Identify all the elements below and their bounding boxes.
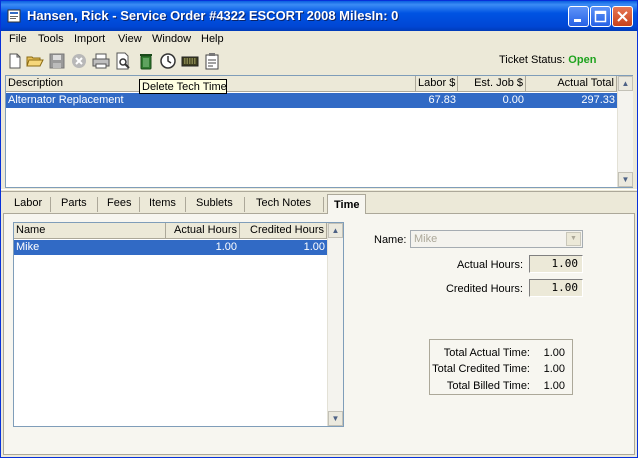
- ticket-status: Ticket Status: Open: [499, 54, 596, 66]
- job-est: 0.00: [502, 94, 524, 106]
- jobs-grid: Description Labor $ Est. Job $ Actual To…: [5, 75, 633, 188]
- tab-separator: [244, 197, 245, 212]
- clock-icon[interactable]: [159, 52, 177, 70]
- total-actual-value: 1.00: [543, 347, 565, 359]
- menu-import[interactable]: Import: [74, 33, 105, 45]
- column-header-actual-hours[interactable]: Actual Hours: [166, 223, 240, 239]
- tech-actual-hours: 1.00: [215, 241, 237, 253]
- tab-separator: [185, 197, 186, 212]
- actual-hours-label: Actual Hours:: [456, 259, 523, 271]
- column-header-est-job[interactable]: Est. Job $: [458, 76, 526, 92]
- name-select[interactable]: Mike ▼: [410, 230, 583, 248]
- tab-fees[interactable]: Fees: [107, 197, 131, 209]
- open-icon[interactable]: [26, 52, 44, 70]
- tab-strip: Labor Parts Fees Items Sublets Tech Note…: [5, 194, 633, 214]
- print-preview-icon[interactable]: [114, 52, 132, 70]
- new-icon[interactable]: [6, 52, 24, 70]
- time-grid-scrollbar[interactable]: ▲ ▼: [327, 223, 343, 426]
- actual-hours-field[interactable]: 1.00: [529, 255, 583, 273]
- tab-tech-notes[interactable]: Tech Notes: [256, 197, 311, 209]
- table-row[interactable]: Mike 1.00 1.00: [14, 240, 327, 255]
- tab-time[interactable]: Time: [327, 194, 367, 214]
- menu-window[interactable]: Window: [152, 33, 191, 45]
- print-icon[interactable]: [92, 52, 110, 70]
- name-select-value: Mike: [414, 233, 438, 245]
- tab-separator: [50, 197, 51, 212]
- name-label: Name:: [374, 234, 407, 246]
- column-header-labor[interactable]: Labor $: [416, 76, 458, 92]
- tech-name: Mike: [16, 241, 40, 253]
- column-header-name[interactable]: Name: [14, 223, 166, 239]
- column-header-actual-total[interactable]: Actual Total: [526, 76, 617, 92]
- minimize-button[interactable]: [568, 6, 589, 27]
- close-icon: [617, 11, 628, 22]
- credited-hours-field[interactable]: 1.00: [529, 279, 583, 297]
- total-billed-value: 1.00: [543, 380, 565, 392]
- splitter[interactable]: [1, 189, 637, 192]
- cancel-icon[interactable]: [70, 52, 88, 70]
- keyboard-icon[interactable]: [181, 52, 199, 70]
- maximize-icon: [594, 10, 607, 23]
- ticket-status-label: Ticket Status:: [499, 54, 566, 66]
- job-description: Alternator Replacement: [8, 94, 124, 106]
- maximize-button[interactable]: [590, 6, 611, 27]
- scroll-down-icon[interactable]: ▼: [328, 411, 343, 426]
- menu-tools[interactable]: Tools: [38, 33, 64, 45]
- menu-view[interactable]: View: [118, 33, 142, 45]
- scroll-up-icon[interactable]: ▲: [618, 76, 633, 91]
- window-title: Hansen, Rick - Service Order #4322 ESCOR…: [27, 8, 399, 23]
- tab-separator: [323, 197, 324, 212]
- minimize-icon: [574, 19, 581, 22]
- tab-separator: [139, 197, 140, 212]
- tab-separator: [97, 197, 98, 212]
- tab-items[interactable]: Items: [149, 197, 176, 209]
- save-icon[interactable]: [48, 52, 66, 70]
- delete-icon[interactable]: [137, 52, 155, 70]
- tech-credited-hours: 1.00: [303, 241, 325, 253]
- time-grid: Name Actual Hours Credited Hours Mike 1.…: [13, 222, 344, 427]
- app-icon: [7, 9, 21, 23]
- service-order-window: Hansen, Rick - Service Order #4322 ESCOR…: [0, 0, 638, 458]
- clipboard-icon[interactable]: [203, 52, 221, 70]
- tab-parts[interactable]: Parts: [61, 197, 87, 209]
- menu-help[interactable]: Help: [201, 33, 224, 45]
- total-credited-value: 1.00: [543, 363, 565, 375]
- tab-sublets[interactable]: Sublets: [196, 197, 233, 209]
- jobs-scrollbar[interactable]: ▲ ▼: [617, 76, 633, 187]
- title-bar[interactable]: Hansen, Rick - Service Order #4322 ESCOR…: [1, 1, 637, 31]
- ticket-status-value: Open: [568, 54, 597, 66]
- total-actual-label: Total Actual Time:: [443, 347, 530, 359]
- table-row[interactable]: Alternator Replacement 67.83 0.00 297.33: [6, 93, 617, 108]
- scroll-up-icon[interactable]: ▲: [328, 223, 343, 238]
- close-button[interactable]: [612, 6, 633, 27]
- column-header-credited-hours[interactable]: Credited Hours: [240, 223, 327, 239]
- job-labor: 67.83: [428, 94, 456, 106]
- totals-box: Total Actual Time: 1.00 Total Credited T…: [429, 339, 573, 395]
- tab-labor[interactable]: Labor: [14, 197, 42, 209]
- credited-hours-label: Credited Hours:: [445, 283, 523, 295]
- total-billed-label: Total Billed Time:: [446, 380, 530, 392]
- menu-bar: File Tools Import View Window Help: [1, 31, 637, 49]
- scroll-down-icon[interactable]: ▼: [618, 172, 633, 187]
- menu-file[interactable]: File: [9, 33, 27, 45]
- total-credited-label: Total Credited Time:: [432, 363, 530, 375]
- chevron-down-icon[interactable]: ▼: [566, 232, 581, 246]
- tooltip: Delete Tech Time: [139, 79, 227, 94]
- job-actual-total: 297.33: [581, 94, 615, 106]
